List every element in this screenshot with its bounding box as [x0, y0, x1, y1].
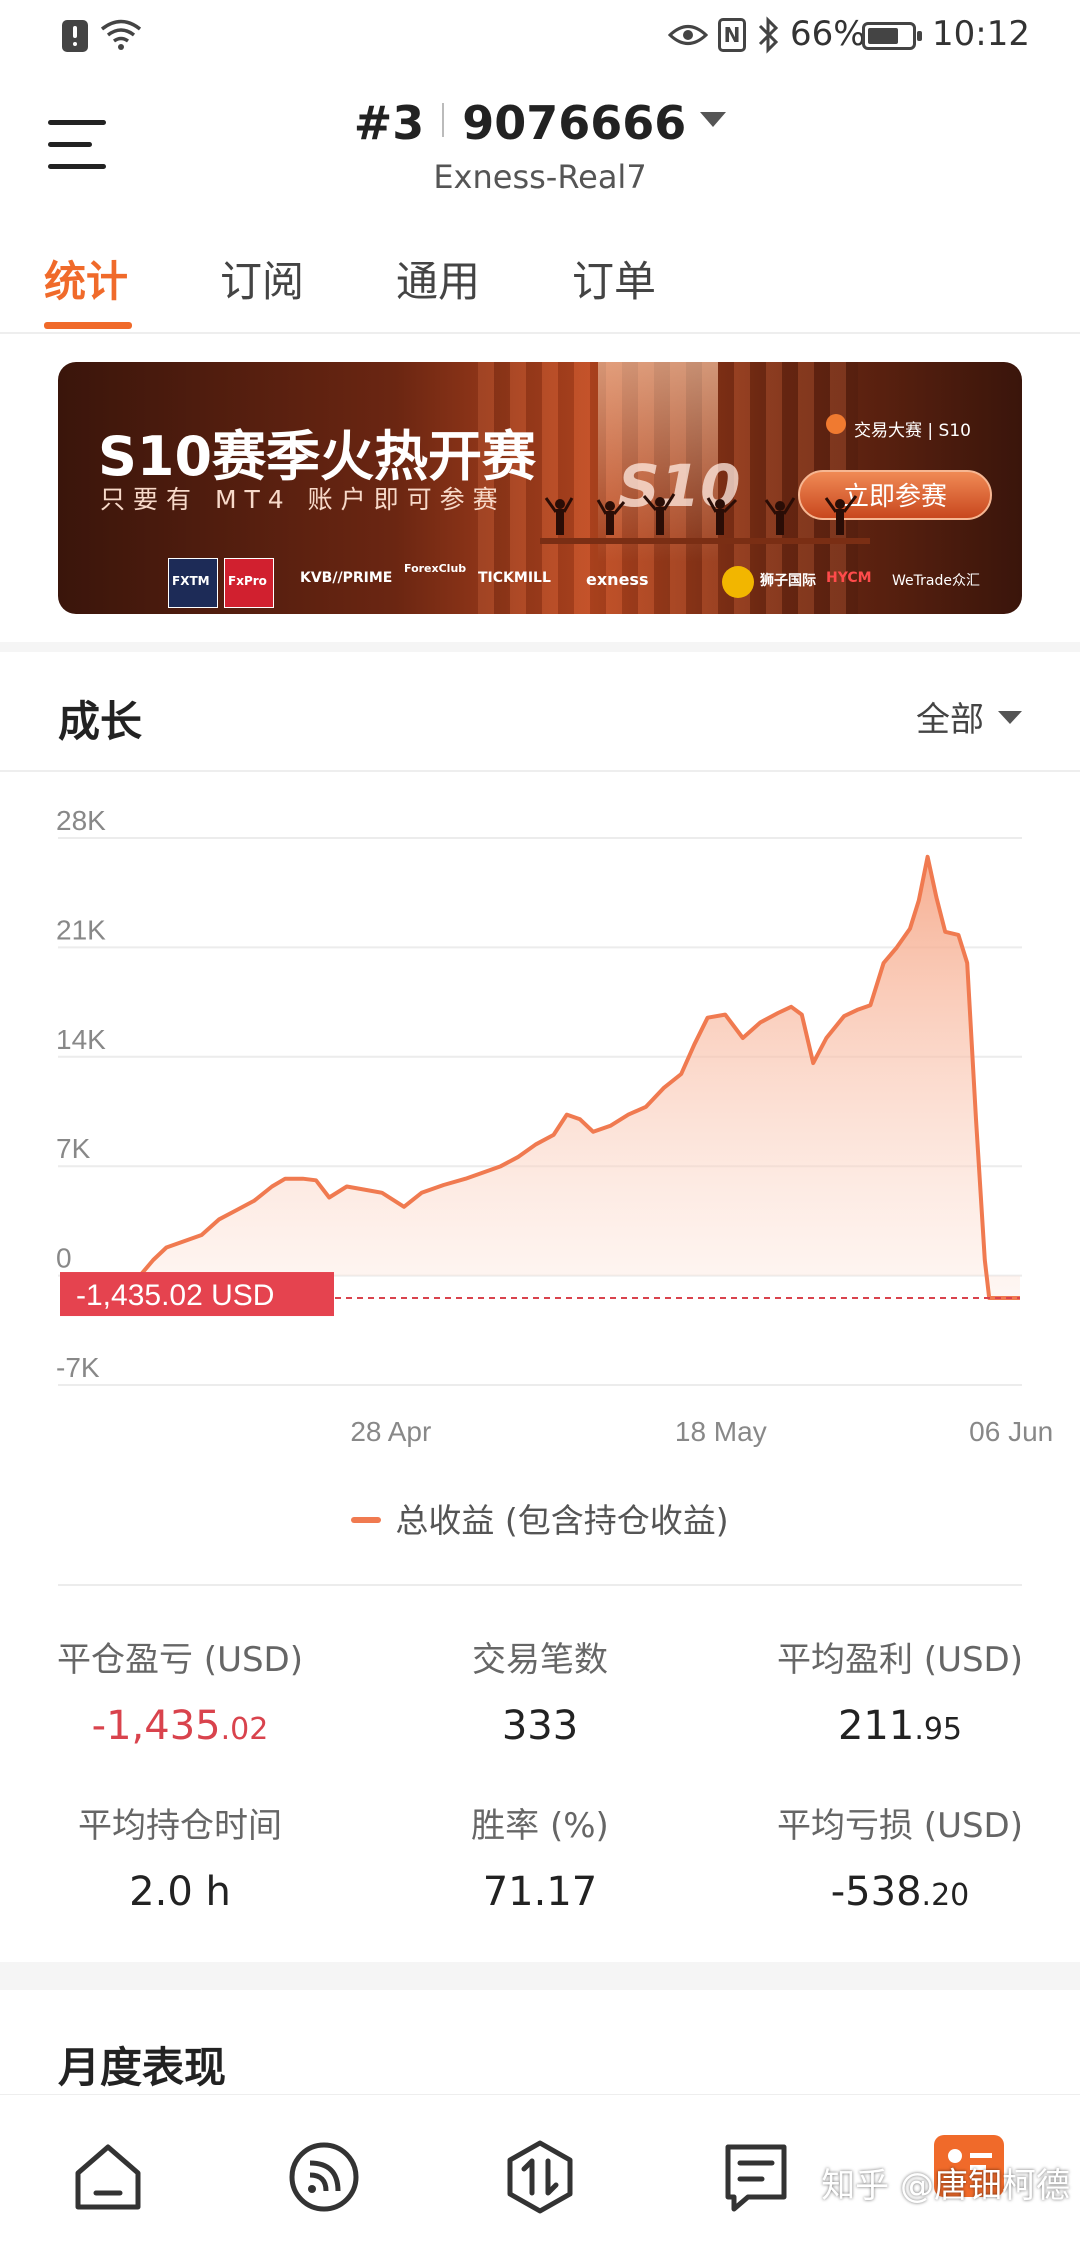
lion-logo	[722, 566, 754, 598]
signal-feed-icon[interactable]	[286, 2139, 362, 2215]
period-filter-dropdown[interactable]: 全部	[916, 692, 1022, 741]
battery-percent: 66%	[790, 14, 866, 54]
stat-trade-count: 交易笔数 333	[472, 1640, 608, 1749]
server-name: Exness-Real7	[433, 158, 647, 196]
contest-logo-icon	[826, 414, 846, 434]
active-tab-indicator	[44, 322, 132, 329]
growth-chart[interactable]: 28K 21K 14K 7K 0 -7K 28 Apr 18 May 06 Jun -1,43…	[0, 780, 1080, 1480]
watermark: 知乎 @唐钿柯德	[821, 2166, 1070, 2206]
tab-general[interactable]: 通用	[396, 248, 480, 309]
growth-title: 成长	[58, 697, 143, 746]
divider	[0, 332, 1080, 334]
celebrating-people-illustration	[540, 493, 870, 544]
y-tick-label: 28K	[56, 805, 106, 836]
monthly-performance-title: 月度表现	[58, 2043, 227, 2092]
banner-subtitle: 只要有 MT4 账户即可参赛	[100, 485, 506, 514]
status-bar: N 66% 10:12	[0, 0, 1080, 72]
tab-stats[interactable]: 统计	[44, 248, 128, 309]
trade-exchange-icon[interactable]	[502, 2139, 578, 2215]
home-icon[interactable]	[70, 2139, 146, 2215]
clock: 10:12	[932, 14, 1030, 54]
stat-average-loss: 平均亏损 (USD) -538.20	[777, 1806, 1023, 1915]
notification-icon	[62, 20, 88, 52]
app-screen: N 66% 10:12 #3 9076666 Exness-Real7 统计 订阅…	[0, 0, 1080, 2244]
bluetooth-icon	[758, 16, 779, 54]
y-tick-label: 21K	[56, 914, 106, 945]
news-icon[interactable]	[718, 2139, 794, 2215]
eye-icon	[668, 25, 708, 45]
current-value-label: -1,435.02 USD	[76, 1279, 274, 1312]
banner-contest-tag: 交易大赛 | S10	[854, 421, 971, 441]
current-value-tag: -1,435.02 USD	[60, 1272, 334, 1317]
divider	[58, 1584, 1022, 1586]
account-number: 9076666	[462, 96, 687, 150]
battery-icon	[862, 22, 922, 50]
chart-legend[interactable]: 总收益 (包含持仓收益)	[0, 1494, 1080, 1542]
section-gap	[0, 1962, 1080, 1990]
nfc-icon: N	[718, 18, 746, 52]
stat-closed-pnl: 平仓盈亏 (USD) -1,435.02	[57, 1640, 303, 1749]
tab-orders[interactable]: 订单	[572, 248, 656, 309]
account-rank: #3	[353, 96, 425, 150]
y-tick-label: -7K	[56, 1352, 100, 1383]
y-tick-label: 14K	[56, 1024, 106, 1055]
stat-average-profit: 平均盈利 (USD) 211.95	[777, 1640, 1023, 1749]
y-tick-label: 7K	[56, 1133, 91, 1164]
stat-win-rate: 胜率 (%) 71.17	[471, 1806, 609, 1915]
period-filter-label: 全部	[916, 700, 984, 740]
chart-area-fill	[140, 856, 1020, 1298]
y-tick-label: 0	[56, 1243, 72, 1274]
wifi-icon	[100, 19, 142, 50]
promo-banner[interactable]: S10赛季火热开赛 只要有 MT4 账户即可参赛 S10 交易大赛 | S10 …	[58, 362, 1022, 614]
chevron-down-icon	[700, 112, 727, 127]
sponsor-logos: FXTM FxPro KVB//PRIME ForexClub TICKMILL…	[168, 558, 1008, 608]
chevron-down-icon	[998, 711, 1022, 724]
x-tick-label: 28 Apr	[350, 1416, 431, 1447]
stat-average-hold-time: 平均持仓时间 2.0 h	[78, 1806, 282, 1915]
divider	[0, 770, 1080, 772]
tab-subscribe[interactable]: 订阅	[220, 248, 304, 309]
legend-swatch	[351, 1517, 382, 1523]
account-selector[interactable]: #3 9076666	[0, 96, 1080, 150]
legend-label: 总收益 (包含持仓收益)	[395, 1501, 729, 1540]
section-gap	[0, 642, 1080, 652]
x-tick-label: 06 Jun	[969, 1416, 1053, 1447]
x-tick-label: 18 May	[675, 1416, 767, 1447]
